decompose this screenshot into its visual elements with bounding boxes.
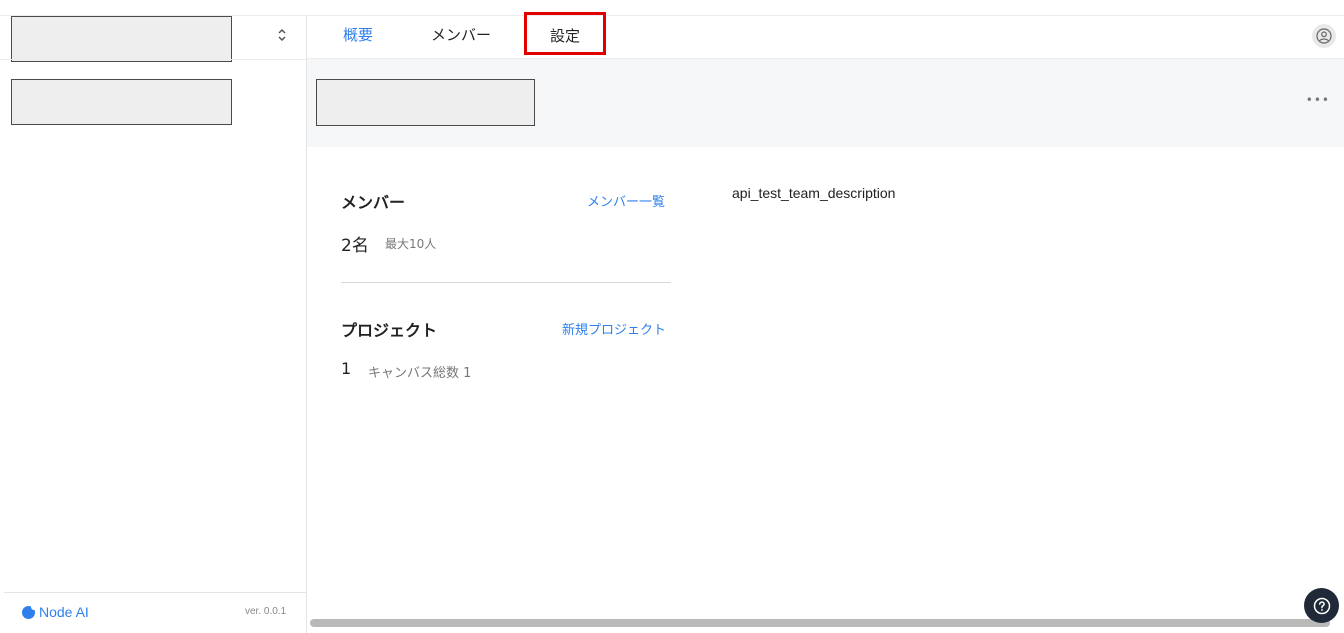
canvas-total: キャンバス総数 1 <box>368 366 472 381</box>
projects-heading: プロジェクト <box>341 321 438 340</box>
horizontal-scrollbar[interactable] <box>310 619 1330 627</box>
team-name-redacted <box>316 79 535 126</box>
main-content: ••• メンバー メンバー一覧 2名 最大10人 プロジェクト 新規プロジェクト… <box>307 59 1344 633</box>
chevron-up-down-icon[interactable] <box>272 26 292 48</box>
ellipsis-icon[interactable]: ••• <box>1306 93 1330 107</box>
tab-members[interactable]: メンバー <box>431 16 491 58</box>
team-banner: ••• <box>307 59 1344 147</box>
member-list-link[interactable]: メンバー一覧 <box>587 191 665 210</box>
members-count: 2名 <box>341 236 369 256</box>
sidebar: Node AI ver. 0.0.1 <box>0 16 307 633</box>
members-max: 最大10人 <box>385 237 437 251</box>
tab-overview[interactable]: 概要 <box>343 16 373 58</box>
user-avatar-icon[interactable] <box>1312 24 1336 48</box>
sidebar-divider <box>0 59 306 60</box>
sidebar-footer-divider <box>4 592 306 593</box>
section-divider <box>341 282 671 283</box>
team-description: api_test_team_description <box>732 185 896 201</box>
app-window: Node AI ver. 0.0.1 概要 メンバー 設定 ••• メンバー メ… <box>0 0 1344 633</box>
header-tabs: 概要 メンバー 設定 <box>307 12 1344 59</box>
new-project-link[interactable]: 新規プロジェクト <box>562 319 666 338</box>
members-heading: メンバー <box>341 193 406 212</box>
logo-icon <box>22 603 37 619</box>
help-button[interactable] <box>1304 588 1339 623</box>
version-label: ver. 0.0.1 <box>245 606 287 617</box>
logo-text: Node AI <box>39 604 89 620</box>
projects-count: 1 <box>341 359 352 378</box>
help-icon <box>1313 597 1330 614</box>
team-select[interactable] <box>11 16 232 62</box>
sidebar-item-team[interactable] <box>11 79 232 125</box>
node-ai-logo: Node AI <box>22 603 89 620</box>
tab-settings[interactable]: 設定 <box>524 12 606 55</box>
